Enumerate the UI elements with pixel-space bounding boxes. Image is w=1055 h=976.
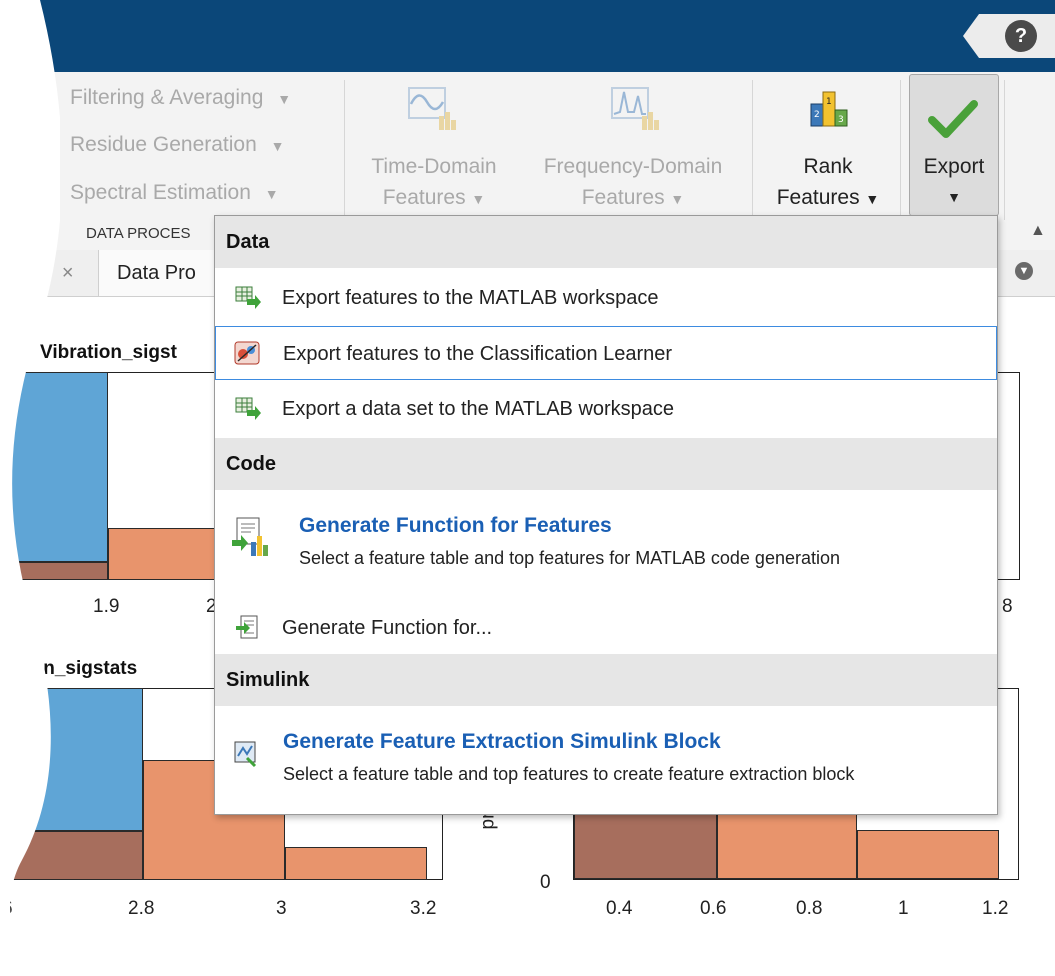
x-tick-label: 8 [1002, 596, 1013, 617]
residue-generation-dropdown[interactable]: Residue Generation ▼ [70, 133, 285, 157]
plot-title-top: Vibration_sigst [40, 342, 177, 363]
chevron-down-icon: ▼ [270, 138, 285, 154]
menu-item-generate-function-for[interactable]: Generate Function for... [215, 601, 997, 655]
filtering-averaging-label: Filtering & Averaging [70, 86, 264, 109]
svg-text:2: 2 [814, 110, 820, 120]
rank-features-button[interactable]: Rank Features ▼ [764, 151, 892, 215]
menu-section-code: Code [215, 438, 997, 490]
rank-features-icon: 2 1 3 [805, 86, 853, 132]
document-tab-2[interactable]: Data Pro [98, 250, 215, 296]
export-label: Export ▼ [909, 151, 999, 213]
torn-edge-decoration [0, 0, 60, 976]
histogram-bar [857, 830, 999, 879]
x-tick-label: 3.2 [410, 898, 437, 919]
histogram-bar [108, 528, 216, 580]
menu-item-label: Generate Function for... [282, 617, 493, 639]
tab-list-dropdown-icon[interactable]: ▼ [1015, 262, 1033, 280]
chevron-down-icon: ▼ [947, 189, 961, 205]
menu-item-export-classification-learner[interactable]: Export features to the Classification Le… [215, 326, 997, 380]
histogram-bar [717, 812, 857, 879]
histogram-bar [574, 812, 717, 879]
export-dropdown-menu: Data Export features to the MATLAB works… [214, 215, 998, 815]
menu-item-export-dataset-workspace[interactable]: Export a data set to the MATLAB workspac… [215, 382, 997, 436]
menu-item-export-features-workspace[interactable]: Export features to the MATLAB workspace [215, 271, 997, 325]
menu-item-generate-function-features[interactable]: Generate Function for Features Select a … [215, 492, 997, 580]
histogram-axes-top-right [996, 372, 1020, 580]
svg-text:1: 1 [826, 97, 832, 107]
x-tick-label: 0.4 [606, 898, 633, 919]
help-button[interactable]: ? [1005, 20, 1037, 52]
rank-label-line2: Features ▼ [776, 186, 880, 209]
generate-features-title: Generate Function for Features [299, 514, 612, 537]
spectral-estimation-label: Spectral Estimation [70, 181, 251, 204]
simulink-block-icon [234, 741, 257, 768]
close-icon[interactable]: × [62, 262, 74, 284]
filtering-averaging-dropdown[interactable]: Filtering & Averaging ▼ [70, 86, 291, 110]
time-domain-label-line2: Features ▼ [382, 186, 486, 209]
toolstrip-separator [752, 80, 753, 220]
toolstrip-separator [900, 80, 901, 220]
data-processing-section-label: DATA PROCES [86, 225, 191, 242]
time-domain-icon [405, 82, 459, 134]
x-tick-label: 1 [898, 898, 909, 919]
svg-text:3: 3 [838, 115, 844, 125]
toolstrip-separator [344, 80, 345, 220]
y-tick-label: 0 [540, 872, 551, 893]
table-export-icon [235, 286, 261, 309]
frequency-domain-label-line1: Frequency-Domain [543, 155, 723, 178]
chevron-down-icon: ▼ [277, 91, 292, 107]
x-tick-label: 1.9 [93, 596, 120, 617]
menu-item-label: Export features to the Classification Le… [283, 343, 673, 365]
x-tick-label: 3 [276, 898, 287, 919]
chevron-down-icon: ▼ [670, 191, 685, 207]
frequency-domain-icon [608, 82, 662, 134]
generate-features-subtitle: Select a feature table and top features … [299, 548, 841, 568]
menu-item-label: Export a data set to the MATLAB workspac… [282, 398, 675, 420]
chevron-down-icon: ▼ [865, 191, 880, 207]
menu-item-generate-simulink-block[interactable]: Generate Feature Extraction Simulink Blo… [215, 708, 997, 808]
y-axis-label: pr [477, 812, 499, 830]
time-domain-label-line1: Time-Domain [371, 155, 497, 178]
spectral-estimation-dropdown[interactable]: Spectral Estimation ▼ [70, 181, 279, 205]
simulink-title: Generate Feature Extraction Simulink Blo… [283, 730, 721, 753]
toolstrip-separator [1004, 80, 1005, 220]
generate-code-icon [236, 615, 258, 639]
table-export-icon [235, 397, 261, 420]
menu-item-label: Export features to the MATLAB workspace [282, 287, 659, 309]
frequency-domain-label-line2: Features ▼ [581, 186, 685, 209]
residue-generation-label: Residue Generation [70, 133, 257, 156]
generate-function-icon [232, 517, 268, 556]
checkmark-icon [928, 98, 978, 142]
classification-learner-icon [234, 341, 260, 365]
chevron-down-icon: ▼ [264, 186, 279, 202]
x-tick-label: 1.2 [982, 898, 1009, 919]
app-titlebar [0, 0, 1055, 72]
time-domain-features-button[interactable]: Time-Domain Features ▼ [361, 151, 507, 215]
menu-section-simulink: Simulink [215, 654, 997, 706]
x-tick-label: 2.8 [128, 898, 155, 919]
rank-label-line1: Rank [803, 155, 853, 178]
simulink-subtitle: Select a feature table and top features … [283, 764, 855, 784]
collapse-toolstrip-icon[interactable]: ▲ [1030, 222, 1046, 240]
x-tick-label: 0.8 [796, 898, 823, 919]
chevron-down-icon: ▼ [471, 191, 486, 207]
menu-section-data: Data [215, 216, 997, 268]
x-tick-label: 0.6 [700, 898, 727, 919]
histogram-bar [285, 847, 427, 880]
frequency-domain-features-button[interactable]: Frequency-Domain Features ▼ [528, 151, 738, 215]
